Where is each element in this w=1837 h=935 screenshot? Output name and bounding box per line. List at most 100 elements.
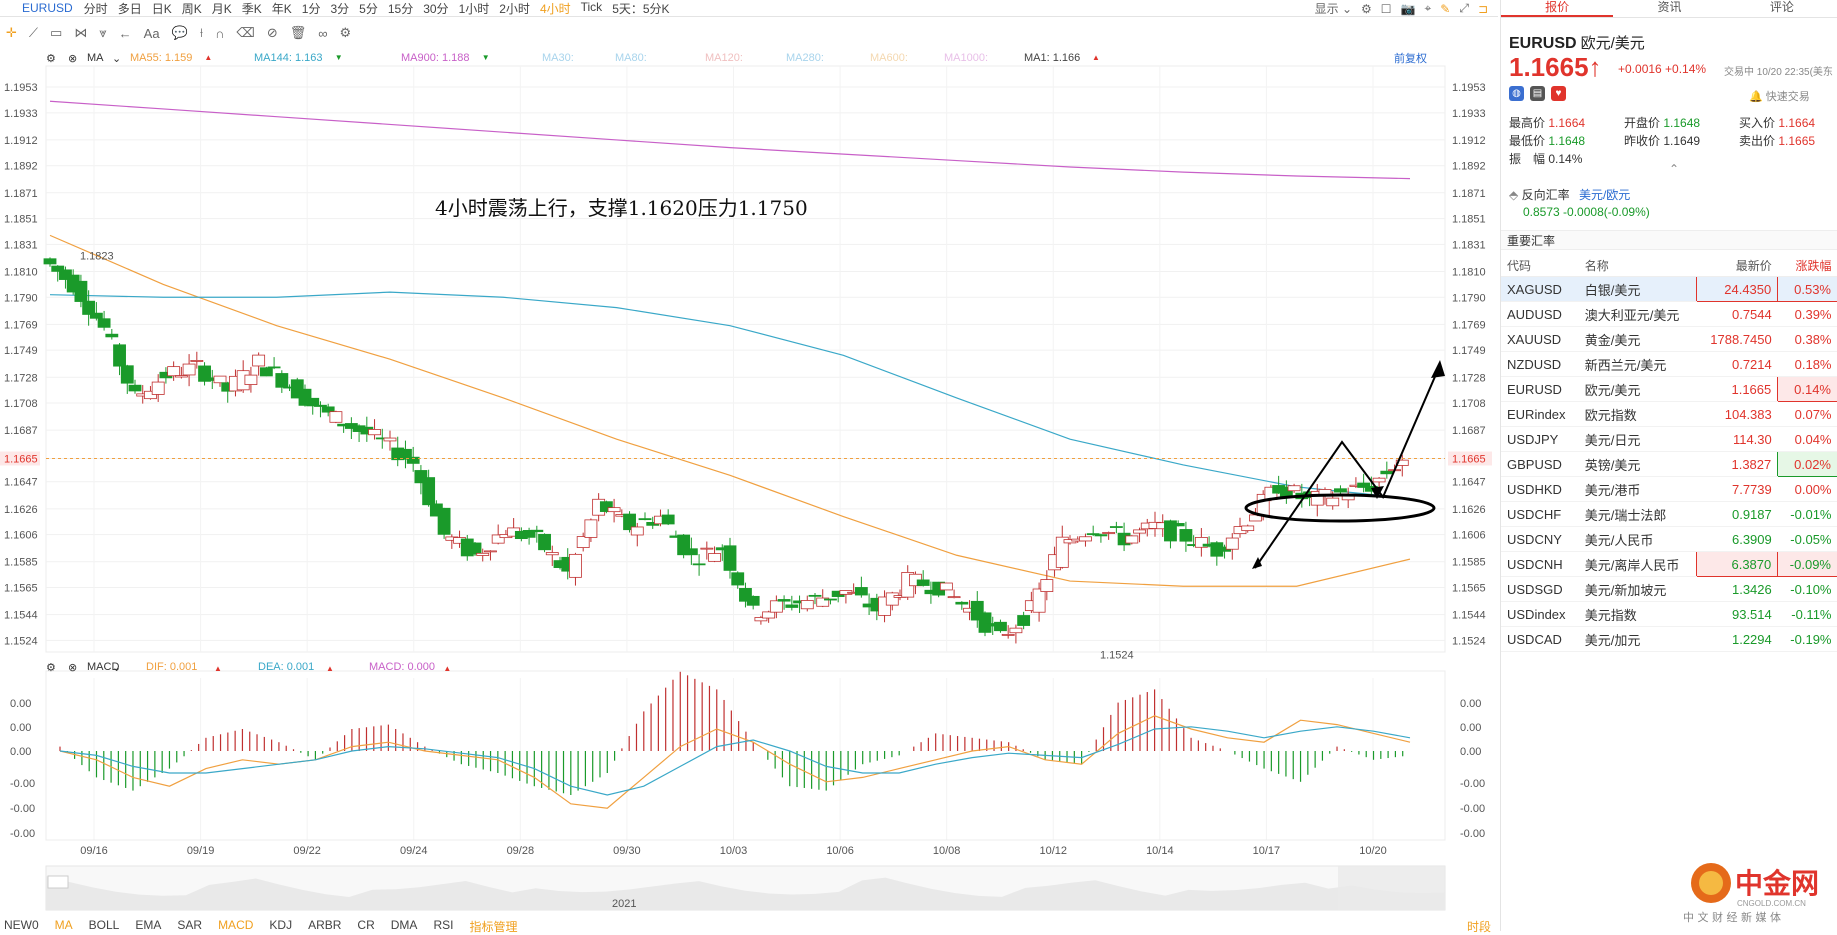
rates-row[interactable]: USDCNH 美元/离岸人民币 6.3870 -0.09%: [1501, 551, 1837, 577]
rates-cell-price: 1.2294: [1696, 626, 1778, 652]
candle-body: [769, 600, 783, 613]
candle-body: [82, 300, 96, 315]
macd-tick-right: -0.00: [1460, 778, 1485, 790]
legend-settings-icon[interactable]: ⚙: [46, 52, 56, 65]
rates-row[interactable]: NZDUSD 新西兰元/美元 0.7214 0.18%: [1501, 351, 1837, 377]
rates-cell-price: 93.514: [1696, 601, 1778, 627]
candle-body: [607, 507, 621, 513]
candle-body: [306, 397, 320, 407]
rates-row[interactable]: EURUSD 欧元/美元 1.1665 0.14%: [1501, 376, 1837, 402]
price-tick-left: 1.1687: [4, 425, 38, 437]
candle-body: [213, 375, 227, 384]
rates-row[interactable]: USDHKD 美元/港币 7.7739 0.00%: [1501, 476, 1837, 502]
rates-column-header[interactable]: 名称: [1578, 254, 1697, 277]
indicator-tab[interactable]: NEW0: [4, 918, 39, 932]
chart-canvas[interactable]: 1.1953 1.1953 1.1933 1.1933 1.1912 1.1912 1.18…: [0, 0, 1498, 931]
news-icon[interactable]: ▤: [1530, 86, 1545, 101]
price-tick-right: 1.1626: [1452, 504, 1486, 516]
globe-icon[interactable]: ◍: [1509, 86, 1524, 101]
rates-row[interactable]: GBPUSD 英镑/美元 1.3827 0.02%: [1501, 451, 1837, 477]
quote-tab[interactable]: 报价: [1501, 0, 1614, 17]
macd-settings-icon[interactable]: ⚙: [46, 661, 56, 674]
candle-body: [955, 601, 969, 605]
quote-title: EURUSD 欧元/美元: [1501, 18, 1837, 53]
rates-row[interactable]: XAGUSD 白银/美元 24.4350 0.53%: [1501, 276, 1837, 302]
ma-legend-item: MA280:: [786, 52, 824, 64]
price-tick-right: 1.1892: [1452, 161, 1486, 173]
legend-close-icon[interactable]: ⊗: [68, 52, 77, 65]
rates-row[interactable]: EURindex 欧元指数 104.383 0.07%: [1501, 401, 1837, 427]
ma-legend-item: MA900: 1.188: [401, 52, 470, 64]
quote-tab[interactable]: 资讯: [1613, 0, 1725, 17]
logo-name: 中金网: [1735, 867, 1819, 900]
rates-cell-pct: 0.14%: [1777, 376, 1837, 402]
macd-close-icon[interactable]: ⊗: [68, 661, 77, 674]
heart-icon[interactable]: ♥: [1551, 86, 1566, 101]
macd-tick-left: -0.00: [10, 778, 35, 790]
candle-body: [151, 381, 165, 395]
session-label[interactable]: 时段: [1467, 918, 1491, 935]
indicator-tab[interactable]: RSI: [433, 918, 453, 932]
candle-body: [854, 587, 868, 596]
price-tick-right: 1.1933: [1452, 108, 1486, 120]
candle-body: [584, 519, 598, 538]
price-tick-left: 1.1892: [4, 161, 38, 173]
navigator-selection: [1338, 866, 1445, 910]
reverse-icon: ⬘: [1509, 188, 1519, 202]
price-tick-left: 1.1524: [4, 635, 38, 647]
rates-cell-price: 0.9187: [1696, 501, 1778, 527]
macd-tick-left: 0.00: [10, 746, 31, 758]
ma-indicator-label[interactable]: MA: [87, 52, 104, 64]
fast-trade-button[interactable]: 🔔 快速交易: [1749, 88, 1810, 104]
trend-arrow-icon: ▲: [443, 664, 452, 673]
price-tick-right: 1.1647: [1452, 477, 1486, 489]
rates-row[interactable]: USDCHF 美元/瑞士法郎 0.9187 -0.01%: [1501, 501, 1837, 527]
candle-body: [777, 599, 791, 602]
indicator-tab[interactable]: KDJ: [269, 918, 292, 932]
candle-body: [182, 363, 196, 376]
indicator-tab[interactable]: MA: [55, 918, 73, 932]
macd-dropdown-icon[interactable]: ⌄: [112, 661, 121, 674]
candle-body: [800, 600, 814, 610]
rates-cell-price: 0.7214: [1696, 351, 1778, 377]
rates-cell-price: 104.383: [1696, 401, 1778, 427]
indicator-tab[interactable]: BOLL: [89, 918, 120, 932]
rates-row[interactable]: USDJPY 美元/日元 114.30 0.04%: [1501, 426, 1837, 452]
price-tick-right: 1.1831: [1452, 239, 1486, 251]
indicator-tab[interactable]: SAR: [177, 918, 202, 932]
quote-name: 欧元/美元: [1580, 35, 1645, 52]
rates-cell-name: 美元/港币: [1578, 476, 1697, 502]
rates-row[interactable]: USDCAD 美元/加元 1.2294 -0.19%: [1501, 626, 1837, 652]
rates-row[interactable]: USDindex 美元指数 93.514 -0.11%: [1501, 601, 1837, 627]
rates-row[interactable]: XAUUSD 黄金/美元 1788.7450 0.38%: [1501, 326, 1837, 352]
collapse-chevron-icon[interactable]: ⌃: [1669, 162, 1679, 176]
rates-cell-code: USDJPY: [1501, 426, 1579, 452]
rates-column-header[interactable]: 涨跌幅: [1777, 254, 1837, 277]
reverse-pair[interactable]: 美元/欧元: [1579, 188, 1630, 202]
ma-dropdown-icon[interactable]: ⌄: [112, 52, 121, 65]
rates-cell-pct: 0.53%: [1777, 276, 1837, 302]
candle-body: [569, 553, 582, 578]
rates-column-header[interactable]: 代码: [1501, 254, 1579, 277]
indicator-tab[interactable]: ARBR: [308, 918, 341, 932]
rates-row[interactable]: USDCNY 美元/人民币 6.3909 -0.05%: [1501, 526, 1837, 552]
rates-row[interactable]: USDSGD 美元/新加坡元 1.3426 -0.10%: [1501, 576, 1837, 602]
candle-body: [1326, 497, 1340, 507]
quote-tab[interactable]: 评论: [1726, 0, 1837, 17]
price-tick-right: 1.1565: [1452, 583, 1486, 595]
price-tick-left: 1.1790: [4, 292, 38, 304]
rates-row[interactable]: AUDUSD 澳大利亚元/美元 0.7544 0.39%: [1501, 301, 1837, 327]
indicator-tab[interactable]: CR: [357, 918, 374, 932]
logo-domain: CNGOLD.COM.CN: [1737, 899, 1806, 908]
adjust-label[interactable]: 前复权: [1394, 50, 1427, 66]
price-tick-right: 1.1749: [1452, 345, 1486, 357]
indicator-tab[interactable]: EMA: [135, 918, 161, 932]
indicator-tab[interactable]: 指标管理: [469, 918, 517, 934]
candle-body: [314, 404, 327, 407]
rates-column-header[interactable]: 最新价: [1696, 254, 1778, 277]
indicator-tab[interactable]: MACD: [218, 918, 253, 932]
indicator-tab[interactable]: DMA: [391, 918, 418, 932]
date-tick-label: 10/14: [1146, 845, 1174, 857]
candle-body: [538, 533, 551, 551]
dif-line: [59, 715, 1411, 809]
